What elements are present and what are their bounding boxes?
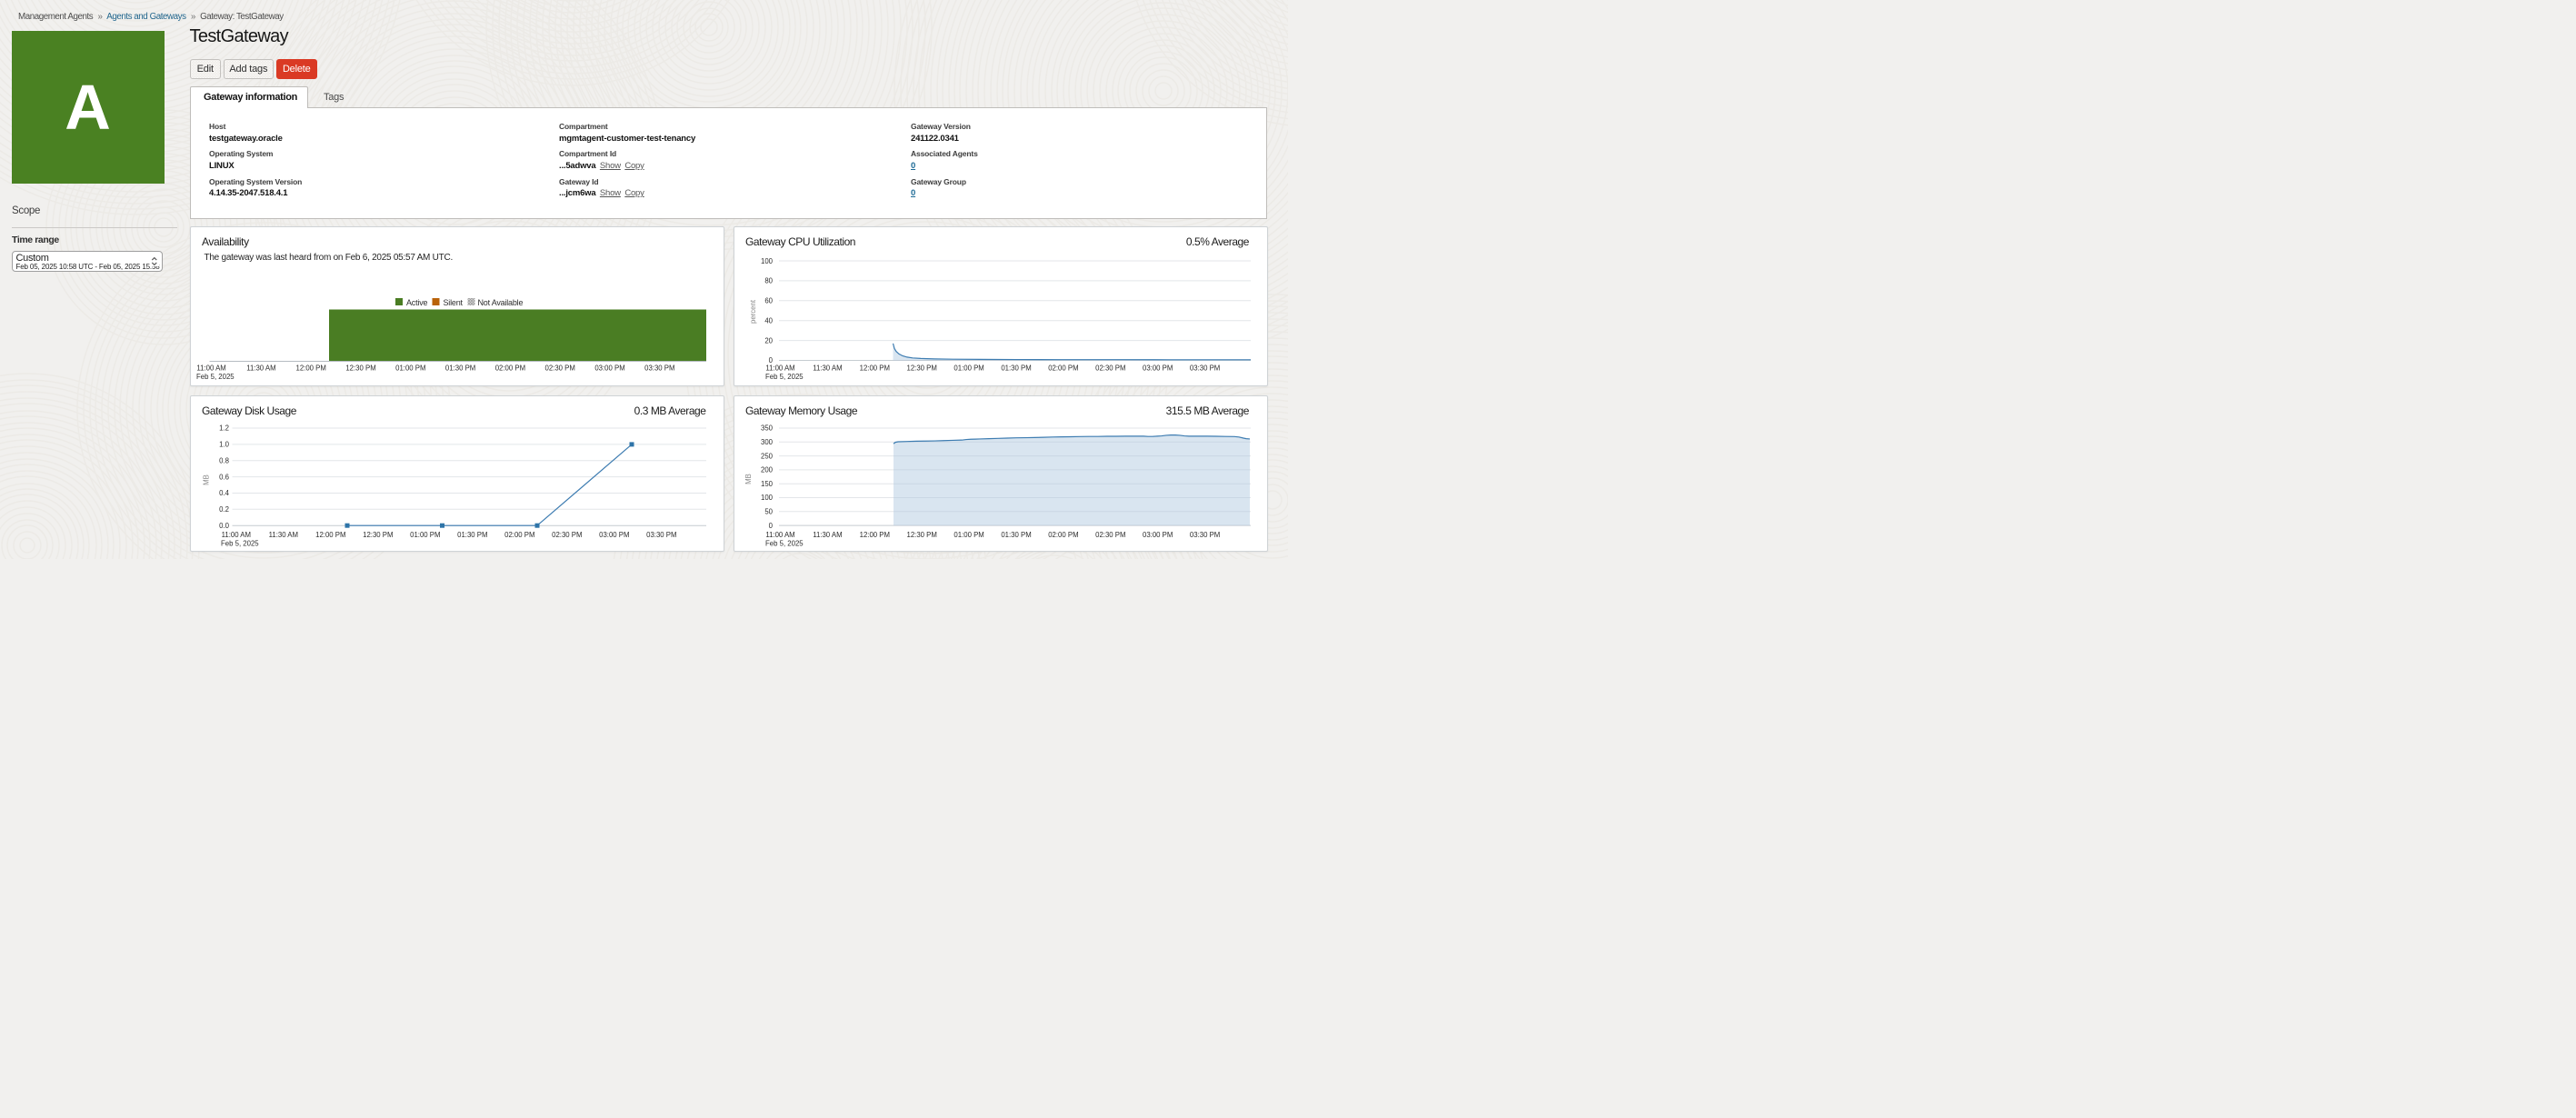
svg-text:0: 0	[769, 522, 774, 530]
svg-text:0.2: 0.2	[219, 505, 229, 514]
svg-text:12:00 PM: 12:00 PM	[296, 364, 326, 372]
svg-text:01:30 PM: 01:30 PM	[1001, 531, 1031, 539]
svg-text:02:00 PM: 02:00 PM	[1048, 531, 1078, 539]
svg-text:80: 80	[764, 276, 773, 284]
svg-text:20: 20	[764, 336, 773, 344]
svg-text:Feb 5, 2025: Feb 5, 2025	[765, 539, 804, 547]
svg-text:02:00 PM: 02:00 PM	[1048, 364, 1078, 372]
svg-text:11:30 AM: 11:30 AM	[269, 531, 298, 539]
svg-text:Feb 5, 2025: Feb 5, 2025	[221, 539, 259, 547]
svg-text:1.2: 1.2	[219, 424, 229, 433]
svg-text:300: 300	[761, 438, 774, 446]
svg-text:1.0: 1.0	[219, 441, 230, 449]
svg-text:0.4: 0.4	[219, 489, 230, 497]
svg-text:11:00 AM: 11:00 AM	[196, 364, 225, 372]
svg-text:40: 40	[764, 316, 773, 324]
svg-text:02:30 PM: 02:30 PM	[552, 531, 582, 539]
svg-text:150: 150	[761, 480, 774, 488]
svg-text:250: 250	[761, 452, 774, 460]
svg-text:03:30 PM: 03:30 PM	[1190, 364, 1220, 372]
svg-text:11:00 AM: 11:00 AM	[765, 364, 794, 372]
svg-text:0.8: 0.8	[219, 457, 229, 465]
svg-text:12:00 PM: 12:00 PM	[315, 531, 345, 539]
svg-text:100: 100	[761, 494, 774, 502]
svg-text:03:30 PM: 03:30 PM	[1190, 531, 1220, 539]
svg-text:01:00 PM: 01:00 PM	[954, 531, 983, 539]
svg-text:12:30 PM: 12:30 PM	[907, 531, 937, 539]
svg-text:100: 100	[761, 256, 774, 265]
svg-text:MB: MB	[203, 474, 211, 485]
svg-text:11:00 AM: 11:00 AM	[765, 531, 794, 539]
svg-text:50: 50	[764, 508, 773, 516]
svg-text:01:30 PM: 01:30 PM	[457, 531, 487, 539]
svg-text:12:30 PM: 12:30 PM	[345, 364, 375, 372]
svg-text:01:00 PM: 01:00 PM	[410, 531, 440, 539]
svg-text:03:30 PM: 03:30 PM	[644, 364, 674, 372]
svg-text:01:00 PM: 01:00 PM	[395, 364, 425, 372]
svg-text:350: 350	[761, 424, 774, 433]
svg-text:11:30 AM: 11:30 AM	[246, 364, 275, 372]
svg-text:12:00 PM: 12:00 PM	[860, 364, 890, 372]
svg-text:03:00 PM: 03:00 PM	[1143, 531, 1173, 539]
svg-text:200: 200	[761, 466, 774, 474]
svg-text:Not Available: Not Available	[478, 297, 524, 306]
svg-text:Feb 5, 2025: Feb 5, 2025	[765, 372, 804, 380]
svg-text:02:30 PM: 02:30 PM	[1095, 531, 1125, 539]
svg-text:03:00 PM: 03:00 PM	[1143, 364, 1173, 372]
svg-text:11:00 AM: 11:00 AM	[222, 531, 251, 539]
svg-text:percent: percent	[749, 299, 757, 324]
svg-text:Active: Active	[406, 297, 428, 306]
svg-text:MB: MB	[744, 474, 753, 484]
svg-text:02:30 PM: 02:30 PM	[1095, 364, 1125, 372]
svg-text:11:30 AM: 11:30 AM	[813, 364, 842, 372]
svg-text:02:00 PM: 02:00 PM	[495, 364, 525, 372]
svg-text:03:00 PM: 03:00 PM	[599, 531, 629, 539]
svg-text:12:30 PM: 12:30 PM	[363, 531, 393, 539]
svg-text:Silent: Silent	[444, 297, 464, 306]
svg-text:12:30 PM: 12:30 PM	[907, 364, 937, 372]
svg-text:02:00 PM: 02:00 PM	[504, 531, 534, 539]
svg-text:0.0: 0.0	[219, 522, 230, 530]
svg-text:01:30 PM: 01:30 PM	[1001, 364, 1031, 372]
svg-text:60: 60	[764, 296, 773, 304]
svg-text:03:00 PM: 03:00 PM	[594, 364, 624, 372]
svg-text:11:30 AM: 11:30 AM	[813, 531, 842, 539]
svg-text:0.6: 0.6	[219, 473, 229, 481]
svg-text:03:30 PM: 03:30 PM	[646, 531, 676, 539]
svg-text:Feb 5, 2025: Feb 5, 2025	[196, 372, 235, 380]
svg-text:01:30 PM: 01:30 PM	[445, 364, 475, 372]
svg-text:02:30 PM: 02:30 PM	[545, 364, 575, 372]
svg-text:12:00 PM: 12:00 PM	[860, 531, 890, 539]
svg-text:01:00 PM: 01:00 PM	[954, 364, 983, 372]
